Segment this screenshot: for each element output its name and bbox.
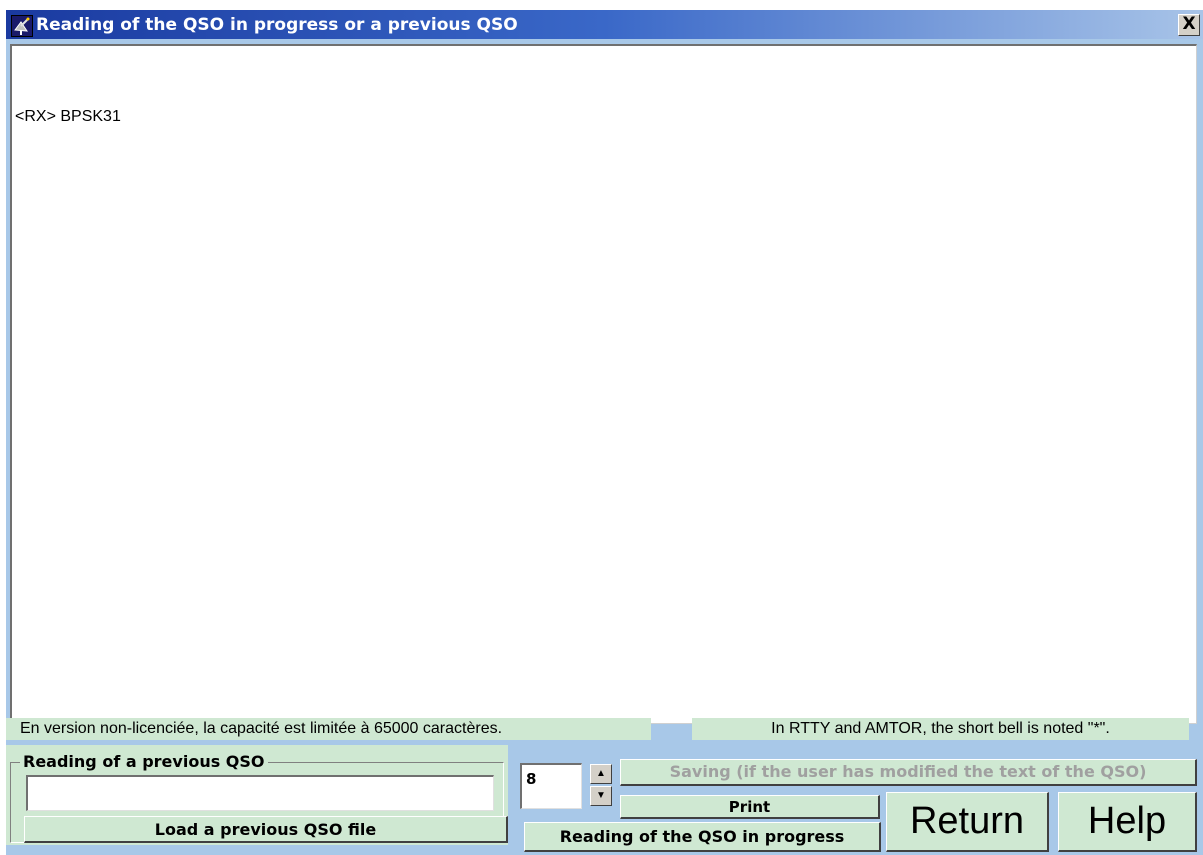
window-title: Reading of the QSO in progress or a prev… bbox=[36, 15, 518, 35]
spin-up-arrow-icon: ▲ bbox=[596, 768, 606, 779]
bell-notation-notice: In RTTY and AMTOR, the short bell is not… bbox=[692, 718, 1189, 740]
return-button[interactable]: Return bbox=[886, 792, 1049, 852]
qso-text-line: <RX> BPSK31 bbox=[15, 108, 121, 125]
satellite-dish-icon bbox=[11, 15, 33, 37]
spin-down-button[interactable]: ▼ bbox=[590, 786, 612, 806]
spin-up-button[interactable]: ▲ bbox=[590, 764, 612, 784]
previous-qso-file-field[interactable] bbox=[26, 775, 494, 811]
read-in-progress-button[interactable]: Reading of the QSO in progress bbox=[524, 822, 881, 852]
print-button[interactable]: Print bbox=[620, 795, 880, 819]
previous-qso-group-title: Reading of a previous QSO bbox=[20, 752, 268, 771]
license-limit-notice: En version non-licenciée, la capacité es… bbox=[6, 718, 651, 740]
save-button[interactable]: Saving (if the user has modified the tex… bbox=[620, 759, 1197, 786]
load-previous-qso-button[interactable]: Load a previous QSO file bbox=[24, 816, 508, 843]
font-size-input[interactable]: 8 bbox=[520, 763, 582, 809]
spin-down-arrow-icon: ▼ bbox=[596, 790, 606, 801]
close-button[interactable]: X bbox=[1178, 14, 1200, 36]
close-icon: X bbox=[1182, 14, 1196, 34]
qso-text-area[interactable]: <RX> BPSK31 bbox=[10, 44, 1197, 724]
title-bar: Reading of the QSO in progress or a prev… bbox=[6, 10, 1203, 39]
help-button[interactable]: Help bbox=[1058, 792, 1197, 852]
